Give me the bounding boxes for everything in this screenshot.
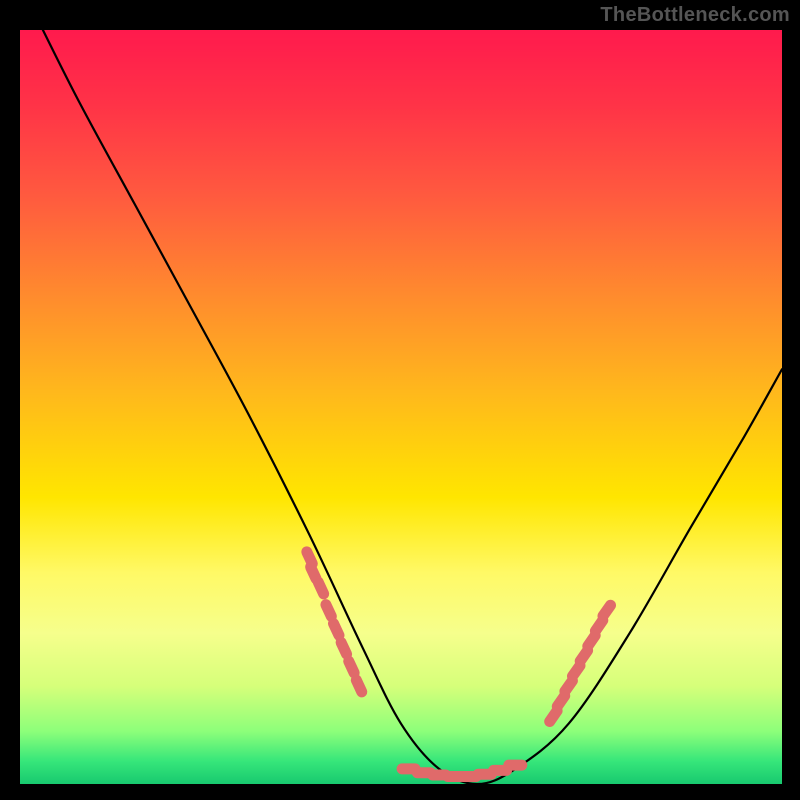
watermark-label: TheBottleneck.com bbox=[600, 4, 790, 27]
highlight-marker bbox=[603, 605, 611, 616]
highlight-clusters bbox=[307, 552, 611, 777]
highlight-marker bbox=[356, 680, 362, 692]
highlight-marker bbox=[595, 620, 602, 631]
highlight-marker bbox=[341, 642, 347, 654]
chart-stage: TheBottleneck.com bbox=[0, 0, 800, 800]
chart-svg bbox=[20, 30, 782, 784]
highlight-marker bbox=[588, 635, 595, 646]
highlight-marker bbox=[557, 696, 564, 707]
main-curve bbox=[43, 30, 782, 784]
plot-area bbox=[20, 30, 782, 784]
highlight-marker bbox=[580, 651, 587, 662]
highlight-marker bbox=[326, 605, 332, 617]
highlight-marker bbox=[550, 711, 557, 722]
highlight-marker bbox=[318, 582, 324, 594]
highlight-marker bbox=[565, 681, 573, 692]
highlight-marker bbox=[311, 567, 317, 579]
highlight-marker bbox=[349, 661, 355, 673]
highlight-marker bbox=[573, 666, 581, 677]
highlight-marker bbox=[334, 624, 340, 636]
